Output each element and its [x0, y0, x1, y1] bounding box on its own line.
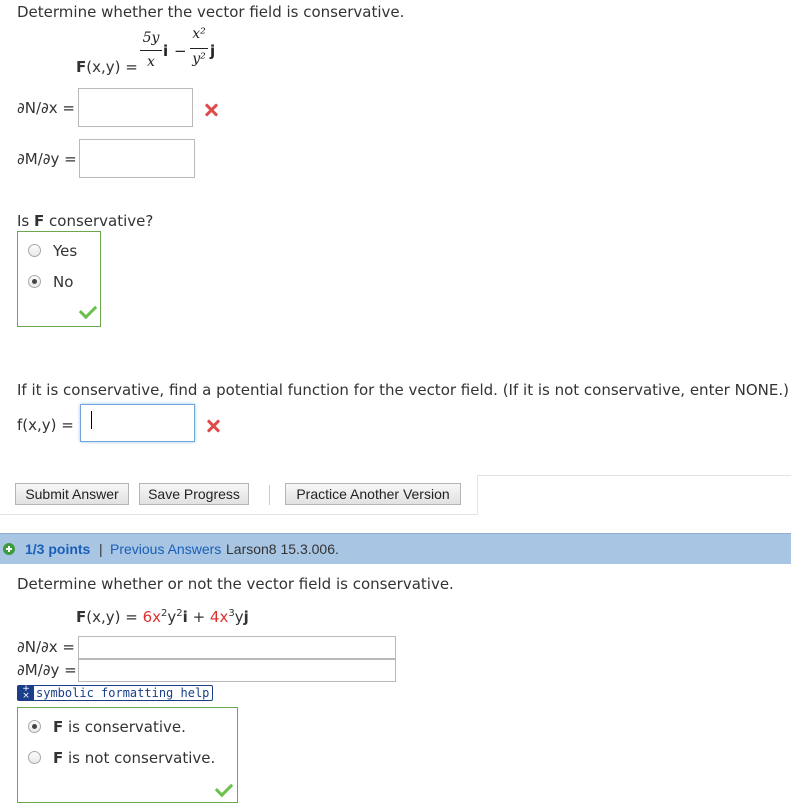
q1-radio-no[interactable] [28, 275, 41, 288]
q1-term2-denominator: y² [192, 51, 206, 67]
q1-conservative-options: Yes No [17, 231, 101, 327]
q1-minus: − [174, 42, 187, 60]
q1-field-F: F [76, 58, 87, 76]
q1-potential-input[interactable] [80, 404, 195, 442]
correct-check-icon [78, 300, 98, 320]
q2-conservative-options: F is conservative. F is not conservative… [17, 707, 238, 803]
q2-radio-not-conservative[interactable] [28, 751, 41, 764]
q1-field-args: (x,y) = [86, 58, 138, 76]
q1-term1-denominator: x [147, 54, 155, 70]
q2-dn-dx-input[interactable] [78, 636, 396, 659]
button-separator [269, 485, 270, 505]
q1-radio-yes[interactable] [28, 244, 41, 257]
q1-radio-yes-label[interactable]: Yes [53, 242, 77, 260]
points-score: 1/3 points [25, 541, 91, 557]
q1-dn-dx-label: ∂N/∂x = [17, 99, 76, 117]
q2-radio-conservative[interactable] [28, 720, 41, 733]
question-source: Larson8 15.3.006. [226, 541, 339, 557]
q1-potential-prompt: If it is conservative, find a potential … [17, 381, 789, 399]
practice-another-version-button[interactable]: Practice Another Version [285, 483, 461, 505]
q2-option-not-conservative[interactable]: F is not conservative. [53, 749, 215, 767]
q1-field-lhs: F(x,y) = [76, 58, 138, 76]
header-separator: | [99, 541, 103, 557]
q1-prompt: Determine whether the vector field is co… [17, 3, 405, 21]
incorrect-x-icon [205, 418, 221, 434]
q1-conservative-F: F [34, 212, 45, 230]
q2-prompt: Determine whether or not the vector fiel… [17, 575, 454, 593]
q2-field-F: F [76, 608, 87, 626]
q2-term2-y: y [234, 608, 244, 626]
symbolic-help-label: symbolic formatting help [36, 686, 210, 700]
q2-term1-coef: 6x [142, 608, 162, 626]
plus-circle-icon[interactable] [3, 543, 15, 555]
q1-dm-dy-input[interactable] [79, 139, 195, 178]
q1-conservative-suffix: conservative? [44, 212, 154, 230]
q1-term2-numerator: x² [192, 26, 206, 42]
q2-term2-unit-j: j [243, 608, 249, 626]
q1-potential-label: f(x,y) = [17, 416, 74, 434]
question-header-bar: 1/3 points | Previous Answers Larson8 15… [0, 533, 791, 564]
text-caret [91, 411, 92, 429]
previous-answers-link[interactable]: Previous Answers [110, 541, 221, 557]
button-area-bottom-line [0, 514, 478, 515]
button-area-divider [477, 475, 791, 515]
q1-conservative-question: Is F conservative? [17, 212, 153, 230]
q2-dm-dy-label: ∂M/∂y = [17, 661, 77, 679]
q1-term1-fraction-bar [140, 50, 162, 51]
symbolic-help-icon: + × [18, 685, 34, 701]
q1-dm-dy-label: ∂M/∂y = [17, 150, 77, 168]
correct-check-icon [214, 778, 234, 798]
q2-term1-y: y [167, 608, 177, 626]
q1-term1-numerator: 5y [142, 30, 160, 46]
q2-term2-coef: 4x [209, 608, 229, 626]
q2-field-equation: F(x,y) = 6x2y2i + 4x3yj [76, 608, 249, 626]
q1-dn-dx-input[interactable] [78, 88, 193, 127]
q1-term1-unit-i: i [163, 42, 169, 60]
save-progress-button[interactable]: Save Progress [139, 483, 249, 505]
q1-term2-unit-j: j [210, 42, 216, 60]
q1-radio-no-label[interactable]: No [53, 273, 73, 291]
q2-dn-dx-label: ∂N/∂x = [17, 638, 76, 656]
symbolic-formatting-help-button[interactable]: + × symbolic formatting help [17, 685, 214, 701]
q1-conservative-prefix: Is [17, 212, 35, 230]
q2-option-conservative[interactable]: F is conservative. [53, 718, 186, 736]
q2-field-args: (x,y) = [86, 608, 138, 626]
incorrect-x-icon [203, 102, 219, 118]
q2-plus: + [187, 608, 210, 626]
submit-answer-button[interactable]: Submit Answer [15, 483, 129, 505]
q2-dm-dy-input[interactable] [78, 659, 396, 682]
q1-term2-fraction-bar [190, 48, 208, 49]
